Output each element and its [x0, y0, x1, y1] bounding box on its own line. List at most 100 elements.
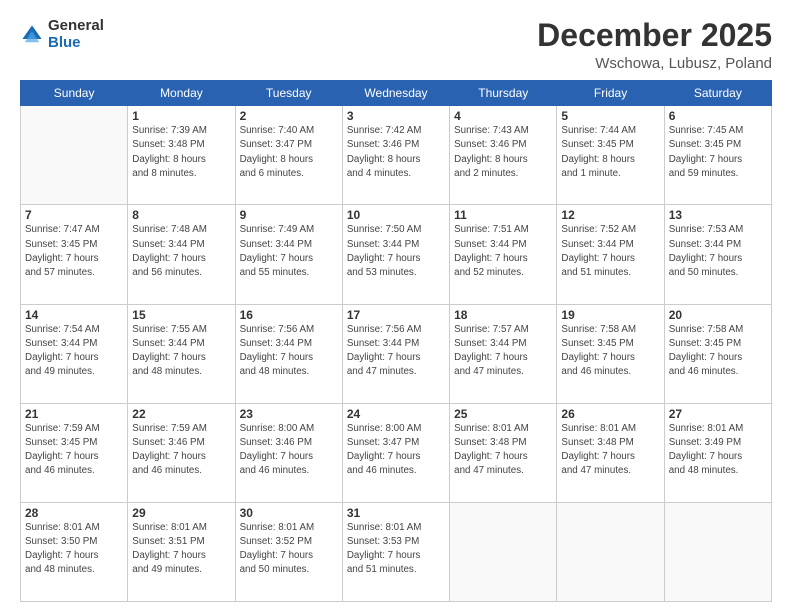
day-number: 11: [454, 208, 552, 222]
calendar-cell: 24Sunrise: 8:00 AMSunset: 3:47 PMDayligh…: [342, 403, 449, 502]
day-number: 3: [347, 109, 445, 123]
header: General Blue December 2025 Wschowa, Lubu…: [20, 18, 772, 72]
day-info: Sunrise: 7:57 AMSunset: 3:44 PMDaylight:…: [454, 323, 552, 380]
calendar-cell: 5Sunrise: 7:44 AMSunset: 3:45 PMDaylight…: [557, 106, 664, 205]
day-info: Sunrise: 7:53 AMSunset: 3:44 PMDaylight:…: [669, 223, 767, 280]
day-number: 24: [347, 407, 445, 421]
day-info: Sunrise: 7:45 AMSunset: 3:45 PMDaylight:…: [669, 124, 767, 181]
day-number: 13: [669, 208, 767, 222]
calendar-cell: 7Sunrise: 7:47 AMSunset: 3:45 PMDaylight…: [21, 205, 128, 304]
calendar-cell: [664, 502, 771, 601]
weekday-header-tuesday: Tuesday: [235, 81, 342, 106]
calendar-cell: 1Sunrise: 7:39 AMSunset: 3:48 PMDaylight…: [128, 106, 235, 205]
day-number: 20: [669, 308, 767, 322]
day-info: Sunrise: 7:58 AMSunset: 3:45 PMDaylight:…: [669, 323, 767, 380]
day-info: Sunrise: 8:01 AMSunset: 3:50 PMDaylight:…: [25, 521, 123, 578]
calendar-cell: 26Sunrise: 8:01 AMSunset: 3:48 PMDayligh…: [557, 403, 664, 502]
day-number: 26: [561, 407, 659, 421]
day-info: Sunrise: 7:44 AMSunset: 3:45 PMDaylight:…: [561, 124, 659, 181]
day-number: 1: [132, 109, 230, 123]
weekday-header-friday: Friday: [557, 81, 664, 106]
calendar-cell: 9Sunrise: 7:49 AMSunset: 3:44 PMDaylight…: [235, 205, 342, 304]
calendar-cell: 13Sunrise: 7:53 AMSunset: 3:44 PMDayligh…: [664, 205, 771, 304]
week-row-3: 14Sunrise: 7:54 AMSunset: 3:44 PMDayligh…: [21, 304, 772, 403]
day-info: Sunrise: 7:43 AMSunset: 3:46 PMDaylight:…: [454, 124, 552, 181]
day-info: Sunrise: 7:51 AMSunset: 3:44 PMDaylight:…: [454, 223, 552, 280]
day-info: Sunrise: 7:55 AMSunset: 3:44 PMDaylight:…: [132, 323, 230, 380]
day-info: Sunrise: 7:50 AMSunset: 3:44 PMDaylight:…: [347, 223, 445, 280]
day-number: 18: [454, 308, 552, 322]
day-info: Sunrise: 8:00 AMSunset: 3:46 PMDaylight:…: [240, 422, 338, 479]
week-row-1: 1Sunrise: 7:39 AMSunset: 3:48 PMDaylight…: [21, 106, 772, 205]
day-number: 28: [25, 506, 123, 520]
day-number: 9: [240, 208, 338, 222]
calendar-cell: 6Sunrise: 7:45 AMSunset: 3:45 PMDaylight…: [664, 106, 771, 205]
day-info: Sunrise: 8:01 AMSunset: 3:49 PMDaylight:…: [669, 422, 767, 479]
day-info: Sunrise: 8:01 AMSunset: 3:48 PMDaylight:…: [454, 422, 552, 479]
weekday-header-wednesday: Wednesday: [342, 81, 449, 106]
calendar-cell: 25Sunrise: 8:01 AMSunset: 3:48 PMDayligh…: [450, 403, 557, 502]
day-number: 12: [561, 208, 659, 222]
day-info: Sunrise: 7:52 AMSunset: 3:44 PMDaylight:…: [561, 223, 659, 280]
weekday-header-sunday: Sunday: [21, 81, 128, 106]
day-number: 30: [240, 506, 338, 520]
calendar-title: December 2025: [537, 18, 772, 53]
day-number: 5: [561, 109, 659, 123]
day-number: 4: [454, 109, 552, 123]
day-number: 8: [132, 208, 230, 222]
calendar-cell: [557, 502, 664, 601]
day-number: 15: [132, 308, 230, 322]
day-number: 17: [347, 308, 445, 322]
calendar-cell: 31Sunrise: 8:01 AMSunset: 3:53 PMDayligh…: [342, 502, 449, 601]
week-row-2: 7Sunrise: 7:47 AMSunset: 3:45 PMDaylight…: [21, 205, 772, 304]
day-info: Sunrise: 8:01 AMSunset: 3:53 PMDaylight:…: [347, 521, 445, 578]
day-number: 29: [132, 506, 230, 520]
day-info: Sunrise: 7:49 AMSunset: 3:44 PMDaylight:…: [240, 223, 338, 280]
day-info: Sunrise: 7:58 AMSunset: 3:45 PMDaylight:…: [561, 323, 659, 380]
calendar-cell: 27Sunrise: 8:01 AMSunset: 3:49 PMDayligh…: [664, 403, 771, 502]
week-row-4: 21Sunrise: 7:59 AMSunset: 3:45 PMDayligh…: [21, 403, 772, 502]
weekday-header-monday: Monday: [128, 81, 235, 106]
day-info: Sunrise: 8:01 AMSunset: 3:51 PMDaylight:…: [132, 521, 230, 578]
weekday-header-thursday: Thursday: [450, 81, 557, 106]
day-info: Sunrise: 7:56 AMSunset: 3:44 PMDaylight:…: [240, 323, 338, 380]
day-number: 19: [561, 308, 659, 322]
day-number: 10: [347, 208, 445, 222]
logo-blue: Blue: [48, 35, 104, 52]
day-number: 23: [240, 407, 338, 421]
calendar-cell: 12Sunrise: 7:52 AMSunset: 3:44 PMDayligh…: [557, 205, 664, 304]
day-info: Sunrise: 7:59 AMSunset: 3:46 PMDaylight:…: [132, 422, 230, 479]
day-info: Sunrise: 7:59 AMSunset: 3:45 PMDaylight:…: [25, 422, 123, 479]
day-number: 6: [669, 109, 767, 123]
day-number: 21: [25, 407, 123, 421]
calendar-cell: 10Sunrise: 7:50 AMSunset: 3:44 PMDayligh…: [342, 205, 449, 304]
calendar-cell: 23Sunrise: 8:00 AMSunset: 3:46 PMDayligh…: [235, 403, 342, 502]
day-number: 31: [347, 506, 445, 520]
calendar-cell: 8Sunrise: 7:48 AMSunset: 3:44 PMDaylight…: [128, 205, 235, 304]
logo-icon: [20, 23, 44, 47]
day-number: 25: [454, 407, 552, 421]
calendar-cell: 22Sunrise: 7:59 AMSunset: 3:46 PMDayligh…: [128, 403, 235, 502]
day-info: Sunrise: 7:47 AMSunset: 3:45 PMDaylight:…: [25, 223, 123, 280]
calendar-cell: 11Sunrise: 7:51 AMSunset: 3:44 PMDayligh…: [450, 205, 557, 304]
day-number: 22: [132, 407, 230, 421]
calendar-cell: 16Sunrise: 7:56 AMSunset: 3:44 PMDayligh…: [235, 304, 342, 403]
day-info: Sunrise: 8:01 AMSunset: 3:52 PMDaylight:…: [240, 521, 338, 578]
weekday-header-saturday: Saturday: [664, 81, 771, 106]
calendar-cell: 18Sunrise: 7:57 AMSunset: 3:44 PMDayligh…: [450, 304, 557, 403]
logo-general: General: [48, 18, 104, 35]
day-info: Sunrise: 7:56 AMSunset: 3:44 PMDaylight:…: [347, 323, 445, 380]
logo: General Blue: [20, 18, 104, 51]
calendar-subtitle: Wschowa, Lubusz, Poland: [537, 55, 772, 72]
day-info: Sunrise: 8:00 AMSunset: 3:47 PMDaylight:…: [347, 422, 445, 479]
calendar-cell: 2Sunrise: 7:40 AMSunset: 3:47 PMDaylight…: [235, 106, 342, 205]
logo-text: General Blue: [48, 18, 104, 51]
calendar-cell: 29Sunrise: 8:01 AMSunset: 3:51 PMDayligh…: [128, 502, 235, 601]
calendar-cell: 4Sunrise: 7:43 AMSunset: 3:46 PMDaylight…: [450, 106, 557, 205]
day-info: Sunrise: 7:48 AMSunset: 3:44 PMDaylight:…: [132, 223, 230, 280]
calendar-cell: 3Sunrise: 7:42 AMSunset: 3:46 PMDaylight…: [342, 106, 449, 205]
day-info: Sunrise: 7:54 AMSunset: 3:44 PMDaylight:…: [25, 323, 123, 380]
page: General Blue December 2025 Wschowa, Lubu…: [0, 0, 792, 612]
weekday-header-row: SundayMondayTuesdayWednesdayThursdayFrid…: [21, 81, 772, 106]
week-row-5: 28Sunrise: 8:01 AMSunset: 3:50 PMDayligh…: [21, 502, 772, 601]
